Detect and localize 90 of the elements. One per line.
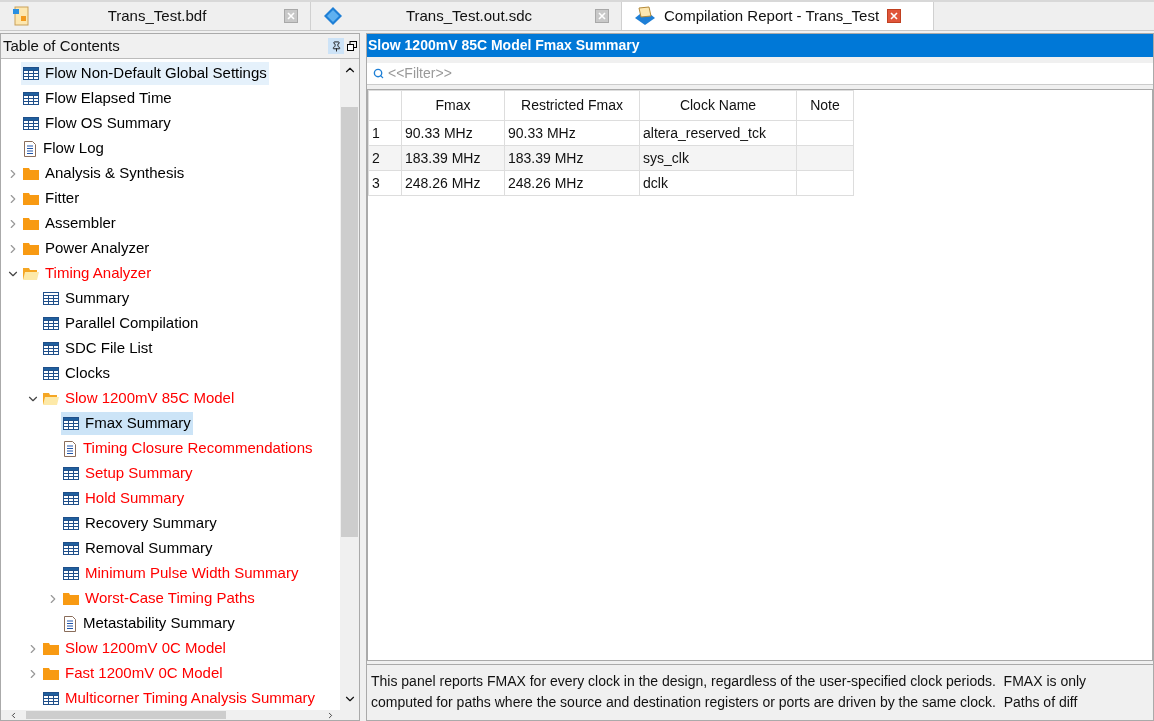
tree-item[interactable]: Slow 1200mV 85C Model xyxy=(41,387,237,410)
tree-item[interactable]: Flow Log xyxy=(21,137,106,160)
table-cell: sys_clk xyxy=(639,145,797,171)
column-header[interactable]: Note xyxy=(796,90,854,121)
table-cell: 183.39 MHz xyxy=(504,145,640,171)
folder-icon xyxy=(43,641,59,656)
document-icon xyxy=(23,140,37,157)
tree-item[interactable]: Slow 1200mV 0C Model xyxy=(41,637,228,660)
table-cell: 183.39 MHz xyxy=(401,145,505,171)
tree-item[interactable]: Timing Analyzer xyxy=(21,262,154,285)
table-icon xyxy=(43,692,59,705)
table-icon xyxy=(63,567,79,580)
tree-item[interactable]: Clocks xyxy=(41,362,112,385)
scroll-right-icon[interactable] xyxy=(326,710,335,720)
table-cell: 90.33 MHz xyxy=(401,120,505,146)
table-icon xyxy=(23,67,39,80)
report-file-icon xyxy=(634,6,656,26)
table-cell: 248.26 MHz xyxy=(504,170,640,196)
folder-icon xyxy=(63,591,79,606)
restore-icon[interactable] xyxy=(347,41,357,51)
table-icon xyxy=(63,517,79,530)
close-icon[interactable] xyxy=(595,9,609,23)
open-folder-icon xyxy=(23,266,39,281)
table-icon xyxy=(63,417,79,430)
close-icon[interactable] xyxy=(284,9,298,23)
folder-icon xyxy=(23,191,39,206)
row-number: 2 xyxy=(368,145,402,171)
tree-item[interactable]: Timing Closure Recommendations xyxy=(61,437,315,460)
table-icon xyxy=(63,542,79,555)
tree-item[interactable]: Flow OS Summary xyxy=(21,112,173,135)
tree-item[interactable]: Summary xyxy=(41,287,132,310)
tree-item[interactable]: Removal Summary xyxy=(61,537,215,560)
horizontal-scrollbar[interactable] xyxy=(1,710,359,720)
tree-item[interactable]: Hold Summary xyxy=(61,487,187,510)
tree-item[interactable]: Metastability Summary xyxy=(61,612,237,635)
document-tab[interactable]: Trans_Test.bdf xyxy=(0,2,311,30)
column-header[interactable]: Restricted Fmax xyxy=(504,90,640,121)
tree-item[interactable]: Power Analyzer xyxy=(21,237,152,260)
tree-item[interactable]: Assembler xyxy=(21,212,118,235)
tree-item[interactable]: Parallel Compilation xyxy=(41,312,201,335)
tree-item[interactable]: Analysis & Synthesis xyxy=(21,162,187,185)
table-icon xyxy=(43,317,59,330)
search-icon xyxy=(373,68,384,79)
tree-item[interactable]: Setup Summary xyxy=(61,462,195,485)
panel-title: Table of Contents xyxy=(3,35,120,56)
table-icon xyxy=(63,467,79,480)
folder-icon xyxy=(23,216,39,231)
open-folder-icon xyxy=(43,391,59,406)
row-number: 3 xyxy=(368,170,402,196)
close-icon[interactable] xyxy=(887,9,902,23)
table-icon xyxy=(43,292,59,305)
column-header[interactable]: Fmax xyxy=(401,90,505,121)
document-icon xyxy=(63,615,77,632)
schematic-file-icon xyxy=(12,6,30,26)
table-cell: 90.33 MHz xyxy=(504,120,640,146)
document-tab[interactable]: Compilation Report - Trans_Test xyxy=(622,2,934,30)
row-number: 1 xyxy=(368,120,402,146)
scrollbar-thumb[interactable] xyxy=(341,107,358,537)
table-icon xyxy=(23,92,39,105)
tree-item[interactable]: Fmax Summary xyxy=(61,412,193,435)
tree-item[interactable]: Fast 1200mV 0C Model xyxy=(41,662,225,685)
report-title-bar: Slow 1200mV 85C Model Fmax Summary xyxy=(367,34,1153,57)
table-cell: 248.26 MHz xyxy=(401,170,505,196)
tree-item[interactable]: SDC File List xyxy=(41,337,155,360)
tree-item[interactable]: Recovery Summary xyxy=(61,512,219,535)
description-text: computed for paths where the source and destination registers or ports are driven by the same clock. Paths of diff xyxy=(371,693,1078,712)
tree-item[interactable]: Fitter xyxy=(21,187,82,210)
tree-item[interactable]: Flow Non-Default Global Settings xyxy=(21,62,269,85)
table-icon xyxy=(23,117,39,130)
table-icon xyxy=(63,492,79,505)
column-header[interactable]: Clock Name xyxy=(639,90,797,121)
tree-item[interactable]: Flow Elapsed Time xyxy=(21,87,174,110)
scrollbar-thumb[interactable] xyxy=(26,711,226,719)
table-icon xyxy=(43,367,59,380)
description-text: This panel reports FMAX for every clock in the design, regardless of the user-specified clock periods. FMAX is only xyxy=(371,672,1087,691)
scroll-left-icon[interactable] xyxy=(9,710,18,720)
tree-item[interactable]: Minimum Pulse Width Summary xyxy=(61,562,301,585)
document-icon xyxy=(63,440,77,457)
folder-icon xyxy=(43,666,59,681)
table-cell: altera_reserved_tck xyxy=(639,120,797,146)
folder-icon xyxy=(23,241,39,256)
document-tab[interactable]: Trans_Test.out.sdc xyxy=(311,2,622,30)
diamond-file-icon xyxy=(323,6,343,26)
pin-icon[interactable] xyxy=(328,38,344,54)
tree-item[interactable]: Multicorner Timing Analysis Summary xyxy=(41,687,318,710)
table-icon xyxy=(43,342,59,355)
table-cell: dclk xyxy=(639,170,797,196)
tree-item[interactable]: Worst-Case Timing Paths xyxy=(61,587,257,610)
vertical-scrollbar[interactable] xyxy=(340,59,359,710)
folder-icon xyxy=(23,166,39,181)
